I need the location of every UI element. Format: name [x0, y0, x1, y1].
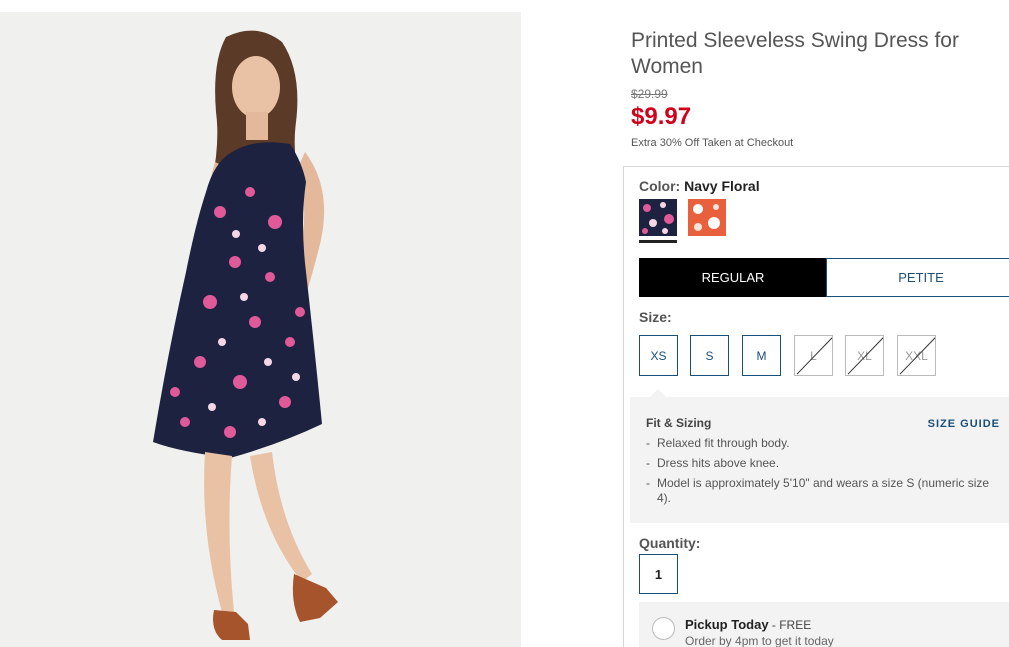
swatch-coral-floral[interactable] [688, 199, 726, 236]
fit-bullet: Model is approximately 5'10" and wears a… [646, 476, 998, 506]
unavailable-slash [796, 336, 832, 375]
original-price: $29.99 [631, 87, 668, 101]
size-xl-button[interactable]: XL [845, 335, 884, 376]
callout-arrow [650, 389, 666, 397]
model-photo-icon [0, 12, 521, 647]
fit-sizing-box: Fit & Sizing SIZE GUIDE Relaxed fit thro… [630, 389, 1009, 523]
fit-bullet: Relaxed fit through body. [646, 436, 998, 451]
size-m-button[interactable]: M [742, 335, 781, 376]
promo-text: Extra 30% Off Taken at Checkout [631, 137, 794, 149]
product-title: Printed Sleeveless Swing Dress for Women [631, 29, 959, 78]
selected-swatch-indicator [639, 240, 677, 243]
coral-floral-swatch-icon [688, 199, 726, 236]
color-label: Color: [639, 178, 681, 194]
color-row: Color: Navy Floral [639, 178, 760, 194]
size-xs-button[interactable]: XS [639, 335, 678, 376]
color-value: Navy Floral [684, 178, 760, 194]
fit-bullets: Relaxed fit through body. Dress hits abo… [646, 436, 998, 511]
size-option-label: M [756, 348, 767, 363]
pickup-subtitle: Order by 4pm to get it today [685, 634, 834, 647]
size-option-label: S [705, 348, 714, 363]
unavailable-slash [847, 336, 883, 375]
fit-bullet: Dress hits above knee. [646, 456, 998, 471]
size-s-button[interactable]: S [690, 335, 729, 376]
product-image[interactable] [0, 12, 521, 647]
size-guide-link[interactable]: SIZE GUIDE [928, 418, 1000, 430]
size-option-label: XS [650, 348, 667, 363]
pickup-option[interactable]: Pickup Today - FREE Order by 4pm to get … [639, 602, 1009, 647]
pickup-radio[interactable] [652, 617, 675, 640]
pickup-title-row: Pickup Today - FREE [685, 617, 811, 632]
size-l-button[interactable]: L [794, 335, 833, 376]
fit-petite-button[interactable]: PETITE [826, 258, 1009, 297]
navy-floral-swatch-icon [639, 199, 677, 236]
pickup-title: Pickup Today [685, 617, 769, 632]
size-label: Size: [639, 309, 672, 325]
pickup-price-note: - FREE [768, 618, 812, 632]
sale-price: $9.97 [631, 103, 692, 130]
quantity-label: Quantity: [639, 535, 701, 551]
fit-regular-button[interactable]: REGULAR [639, 258, 827, 297]
fit-sizing-title: Fit & Sizing [646, 416, 712, 430]
swatch-navy-floral[interactable] [639, 199, 677, 236]
size-xxl-button[interactable]: XXL [897, 335, 936, 376]
quantity-input[interactable]: 1 [639, 554, 678, 594]
